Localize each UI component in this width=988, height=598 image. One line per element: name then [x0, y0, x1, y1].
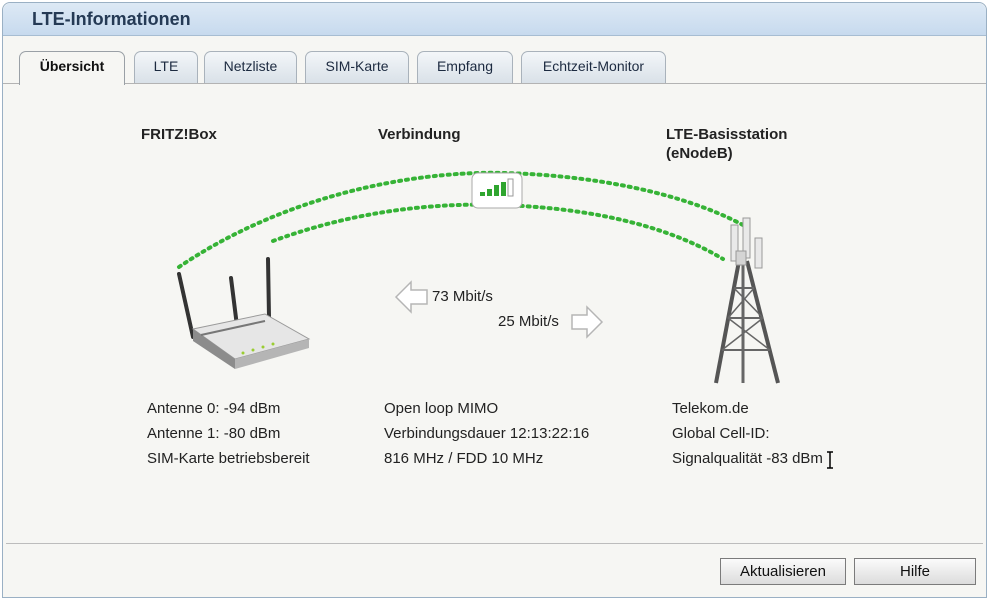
station-heading: LTE-Basisstation (eNodeB) [666, 125, 787, 163]
connection-heading: Verbindung [378, 126, 461, 143]
cell-tower-icon [714, 217, 780, 384]
station-heading-line2: (eNodeB) [666, 145, 733, 162]
arrow-right-icon [571, 305, 604, 339]
refresh-button[interactable]: Aktualisieren [720, 558, 846, 585]
signal-bar-1 [480, 192, 485, 196]
signal-bar-5 [507, 178, 514, 197]
station-heading-line1: LTE-Basisstation [666, 126, 788, 143]
device-info-antenna-0: Antenne 0: -94 dBm [147, 400, 281, 417]
upstream-rate: 25 Mbit/s [498, 313, 559, 330]
signal-bar-4 [501, 182, 506, 196]
link-arc-upper [177, 170, 745, 269]
downstream-rate: 73 Mbit/s [432, 288, 493, 305]
device-info-sim-status: SIM-Karte betriebsbereit [147, 450, 310, 467]
connection-info-duration: Verbindungsdauer 12:13:22:16 [384, 425, 590, 442]
footer-divider [6, 543, 983, 544]
station-info-signal-quality: Signalqualität -83 dBm [672, 450, 823, 467]
signal-strength-icon [471, 172, 523, 209]
link-arc-lower [271, 202, 725, 261]
connection-info-frequency: 816 MHz / FDD 10 MHz [384, 450, 544, 467]
device-heading: FRITZ!Box [141, 126, 217, 143]
signal-bar-2 [487, 189, 492, 196]
lte-info-panel: LTE-Informationen Übersicht LTE Netzlist… [2, 2, 987, 598]
connection-info-mimo: Open loop MIMO [384, 400, 499, 417]
device-info-antenna-1: Antenne 1: -80 dBm [147, 425, 281, 442]
station-info-cell-id: Global Cell-ID: [672, 425, 770, 442]
signal-bar-3 [494, 185, 499, 196]
arrow-left-icon [394, 280, 428, 314]
help-button[interactable]: Hilfe [854, 558, 976, 585]
router-icon [177, 257, 311, 369]
text-cursor-icon [827, 451, 833, 469]
station-info-provider: Telekom.de [672, 400, 749, 417]
